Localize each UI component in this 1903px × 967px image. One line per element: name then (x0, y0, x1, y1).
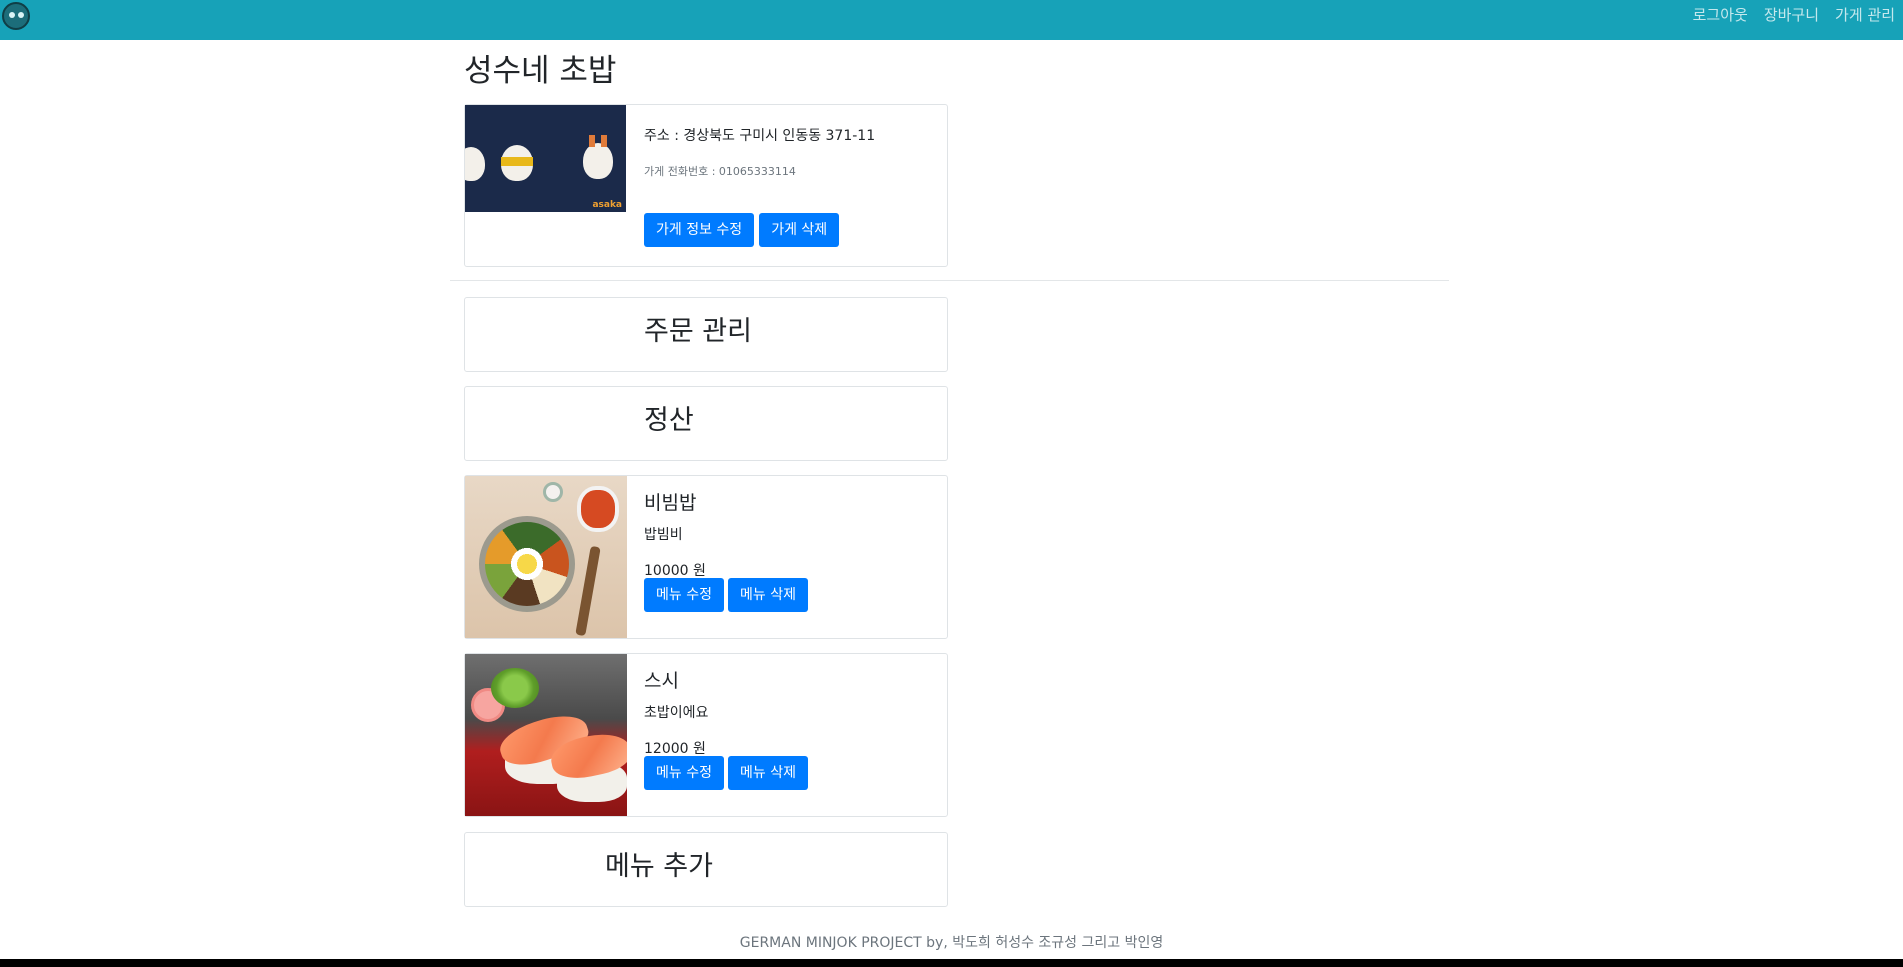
greens-garnish (491, 668, 539, 708)
menu-price: 10000 원 (644, 563, 706, 579)
add-menu-card[interactable]: 메뉴 추가 (464, 832, 948, 907)
menu-item-card: 스시 초밥이에요 12000 원 메뉴 수정 메뉴 삭제 (464, 653, 948, 817)
nav-logout-link[interactable]: 로그아웃 (1693, 5, 1748, 25)
menu-image (465, 654, 627, 816)
store-image: asaka (465, 105, 626, 212)
menu-buttons: 메뉴 수정 메뉴 삭제 (644, 578, 808, 612)
chopsticks (575, 545, 601, 637)
store-name-title: 성수네 초밥 (464, 53, 617, 89)
settlement-label: 정산 (644, 405, 694, 436)
store-image-tag: asaka (592, 200, 622, 210)
menu-description: 초밥이에요 (644, 705, 709, 721)
nav-links: 로그아웃 장바구니 가게 관리 (1693, 5, 1895, 25)
menu-buttons: 메뉴 수정 메뉴 삭제 (644, 756, 808, 790)
menu-price: 12000 원 (644, 741, 706, 757)
order-management-label: 주문 관리 (644, 316, 752, 347)
nav-cart-link[interactable]: 장바구니 (1764, 5, 1819, 25)
nav-store-management-link[interactable]: 가게 관리 (1835, 5, 1895, 25)
kimchi-dish (577, 486, 619, 532)
store-info-body: 주소 : 경상북도 구미시 인동동 371-11 가게 전화번호 : 01065… (644, 105, 947, 266)
store-info-card: asaka 주소 : 경상북도 구미시 인동동 371-11 가게 전화번호 :… (464, 104, 948, 267)
top-navbar: 로그아웃 장바구니 가게 관리 (0, 0, 1903, 40)
delete-menu-button[interactable]: 메뉴 삭제 (727, 578, 808, 612)
menu-image (465, 476, 627, 638)
edit-store-button[interactable]: 가게 정보 수정 (644, 213, 755, 247)
settlement-card[interactable]: 정산 (464, 386, 948, 461)
flower-decoration (543, 482, 563, 502)
add-menu-label: 메뉴 추가 (605, 851, 713, 882)
menu-item-body: 스시 초밥이에요 12000 원 메뉴 수정 메뉴 삭제 (644, 654, 947, 816)
store-address: 주소 : 경상북도 구미시 인동동 371-11 (644, 128, 876, 144)
menu-name: 스시 (644, 670, 679, 692)
bibimbap-bowl (479, 516, 575, 612)
edit-menu-button[interactable]: 메뉴 수정 (644, 578, 724, 612)
logo-icon[interactable] (2, 2, 30, 30)
menu-name: 비빔밥 (644, 492, 697, 514)
menu-item-body: 비빔밥 밥빔비 10000 원 메뉴 수정 메뉴 삭제 (644, 476, 947, 638)
menu-description: 밥빔비 (644, 527, 683, 543)
order-management-card[interactable]: 주문 관리 (464, 297, 948, 372)
delete-menu-button[interactable]: 메뉴 삭제 (727, 756, 808, 790)
menu-item-card: 비빔밥 밥빔비 10000 원 메뉴 수정 메뉴 삭제 (464, 475, 948, 639)
store-phone: 가게 전화번호 : 01065333114 (644, 165, 796, 178)
edit-menu-button[interactable]: 메뉴 수정 (644, 756, 724, 790)
section-divider (450, 280, 1449, 281)
footer-credits: GERMAN MINJOK PROJECT by, 박도희 허성수 조규성 그리… (739, 935, 1164, 951)
delete-store-button[interactable]: 가게 삭제 (759, 213, 840, 247)
store-buttons: 가게 정보 수정 가게 삭제 (644, 213, 840, 247)
bottom-bar (0, 959, 1903, 967)
